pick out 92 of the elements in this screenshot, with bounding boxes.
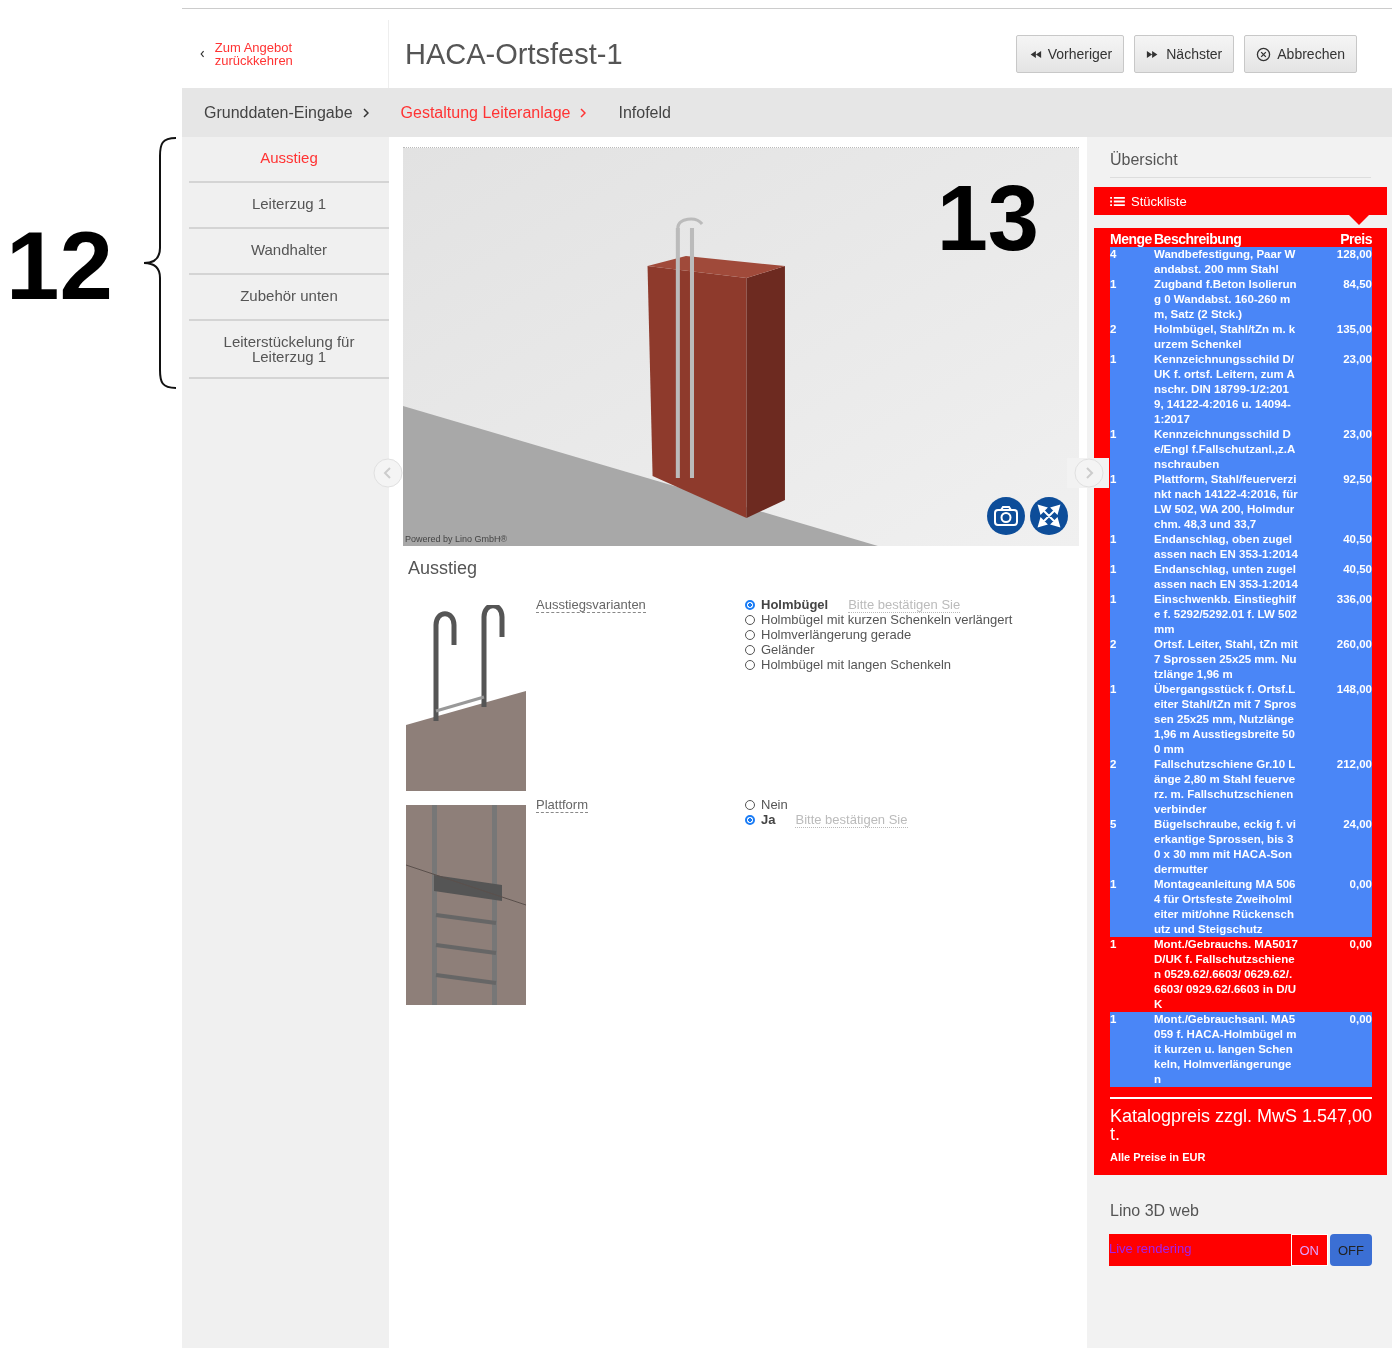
description-text: Wandbefestigung, Paar Wandabst. 200 mm Stahl: [1154, 247, 1304, 277]
description-text: Ortsf. Leiter, Stahl, tZn mit 7 Sprossen 25x25 mm. Nutzlänge 1,96 m: [1154, 637, 1304, 682]
quantity-text: 1: [1110, 937, 1118, 952]
section-title: Ausstieg: [408, 558, 479, 579]
previous-button[interactable]: Vorheriger: [1015, 35, 1125, 73]
price-text: 0,00: [1348, 937, 1372, 952]
page-title: HACA-Ortsfest-1: [405, 37, 624, 71]
option-text: Geländer: [761, 642, 815, 657]
price-text: 23,00: [1304, 352, 1372, 427]
overview-title: Übersicht: [1110, 151, 1371, 178]
description-text: Übergangsstück f. Ortsf.Leiter Stahl/tZn mit 7 Sprossen 25x25 mm, Nutzlänge 1,96 m Ausstiegsbreite 500 mm: [1154, 682, 1304, 757]
toggle-label: Live rendering: [1109, 1234, 1291, 1266]
price-text: 40,50: [1304, 532, 1372, 562]
price-text: 212,00: [1304, 757, 1372, 817]
camera-icon[interactable]: [986, 496, 1026, 536]
quantity-text: 1: [1110, 472, 1154, 532]
chevron-right-icon: [362, 107, 369, 118]
sidebar-item[interactable]: Leiterstückelung für Leiterzug 1: [189, 321, 389, 379]
credit-text: Powered by Lino GmbH®: [405, 534, 508, 544]
quantity-text: 2: [1110, 637, 1154, 682]
annotation-number: 13: [936, 172, 1039, 264]
description-text: Zugband f.Beton Isolierung 0 Wandabst. 160-260 mm, Satz (2 Stck.): [1154, 277, 1304, 322]
next-button[interactable]: Nächster: [1134, 35, 1235, 73]
option-label: Plattform: [536, 797, 588, 813]
back-link[interactable]: Zum Angebot zurückkehren: [200, 41, 310, 67]
price-text: 92,50: [1304, 472, 1372, 532]
quantity-text: 1: [1110, 1012, 1154, 1087]
column-header: Preis: [1339, 231, 1372, 247]
description-text: Einschwenkb. Einstieghilfe f. 5292/5292.01 f. LW 502 mm: [1154, 592, 1304, 637]
price-text: 40,50: [1304, 562, 1372, 592]
option-text: Holmbügel mit langen Schenkeln: [761, 657, 952, 672]
description-text: Bügelschraube, eckig f. vierkantige Sprossen, bis 30 x 30 mm mit HACA-Sondermutter: [1154, 817, 1304, 877]
price-text: 336,00: [1304, 592, 1372, 637]
quantity-text: 1: [1110, 592, 1154, 637]
breadcrumb-link[interactable]: Grunddaten-Eingabe: [204, 103, 353, 122]
cancel-button[interactable]: Abbrechen: [1244, 35, 1357, 73]
option-text: Holmverlängerung gerade: [761, 627, 912, 642]
price-text: 128,00: [1304, 247, 1372, 277]
price-text: 24,00: [1304, 817, 1372, 877]
price-text: 135,00: [1304, 322, 1372, 352]
chevron-left-icon: [200, 48, 205, 60]
description-text: Mont./Gebrauchsanl. MA5059 f. HACA-Holmbügel mit kurzen u. langen Schenkeln, Holmverlängerungen: [1154, 1012, 1304, 1087]
quantity-text: 1: [1110, 532, 1154, 562]
description-text: Mont./Gebrauchs. MA5017 D/UK f. Fallschutzschienen 0529.62/.6603/ 0629.62/.6603/ 0929.62/.6603 in D/UK: [1154, 937, 1299, 1012]
radio-button[interactable]: [745, 599, 755, 610]
description-text: Montageanleitung MA 5064 für Ortsfeste Zweiholmleiter mit/ohne Rückenschutz und Steigschutz: [1154, 877, 1304, 937]
column-header: Menge: [1110, 231, 1153, 247]
quantity-text: 1: [1110, 682, 1154, 757]
quantity-text: 5: [1110, 817, 1154, 877]
price-text: 0,00: [1304, 877, 1372, 937]
price-text: 84,50: [1304, 277, 1372, 322]
quantity-text: 1: [1110, 427, 1154, 472]
total-label: Katalogpreis zzgl. MwSt.: [1110, 1107, 1299, 1143]
description-text: Kennzeichnungsschild D/UK f. ortsf. Leitern, zum Anschr. DIN 18799-1/2:2019, 14122-4:2016 u. 14094-1:2017: [1154, 352, 1304, 427]
quantity-text: 1: [1110, 352, 1154, 427]
description-text: Kennzeichnungsschild De/Engl f.Fallschutzanl.,z.Anschrauben: [1154, 427, 1304, 472]
sidebar-item[interactable]: Wandhalter: [189, 229, 389, 275]
option-text: Ja: [761, 812, 776, 827]
column-header: Beschreibung: [1154, 231, 1243, 247]
option-text: Holmbügel: [761, 597, 829, 612]
quantity-text: 2: [1110, 757, 1154, 817]
description-text: Fallschutzschiene Gr.10 Länge 2,80 m Stahl feuerverz. m. Fallschutzschienenverbinder: [1154, 757, 1304, 817]
quantity-text: 1: [1110, 562, 1154, 592]
fullscreen-icon[interactable]: [1029, 496, 1069, 536]
lino-title: Lino 3D web: [1110, 1202, 1200, 1220]
price-text: 23,00: [1304, 427, 1372, 472]
annotation-number: 12: [6, 218, 113, 314]
radio-button[interactable]: [745, 814, 755, 825]
quantity-text: 4: [1110, 247, 1154, 277]
currency-note: Alle Preise in EUR: [1110, 1151, 1207, 1163]
description-text: Endanschlag, oben zugelassen nach EN 353-1:2014: [1154, 532, 1304, 562]
description-text: Plattform, Stahl/feuerverzinkt nach 14122-4:2016, für LW 502, WA 200, Holmdurchm. 48,3 und 33,7: [1154, 472, 1304, 532]
total-price: 1.547,00: [1301, 1107, 1372, 1128]
price-text: 0,00: [1304, 1012, 1372, 1087]
option-label: Ausstiegsvarianten: [536, 597, 646, 613]
off-button[interactable]: OFF: [1330, 1234, 1372, 1266]
price-text: 148,00: [1304, 682, 1372, 757]
close-icon: [1256, 46, 1272, 62]
price-text: 260,00: [1304, 637, 1372, 682]
option-text: Holmbügel mit kurzen Schenkeln verlängert: [761, 612, 1013, 627]
quantity-text: 1: [1110, 877, 1154, 937]
description-text: Holmbügel, Stahl/tZn m. kurzem Schenkel: [1154, 322, 1304, 352]
breadcrumb-link[interactable]: Infofeld: [618, 103, 671, 122]
quantity-text: 1: [1110, 277, 1154, 322]
sidebar-item[interactable]: Zubehör unten: [189, 275, 389, 321]
chevron-right-icon: [580, 107, 587, 118]
description-text: Endanschlag, unten zugelassen nach EN 353-1:2014: [1154, 562, 1304, 592]
sidebar-item[interactable]: Leiterzug 1: [189, 183, 389, 229]
quantity-text: 2: [1110, 322, 1154, 352]
list-icon: [1110, 195, 1125, 207]
option-text: Nein: [761, 797, 788, 812]
parts-list-tab[interactable]: Stückliste: [1094, 187, 1387, 215]
